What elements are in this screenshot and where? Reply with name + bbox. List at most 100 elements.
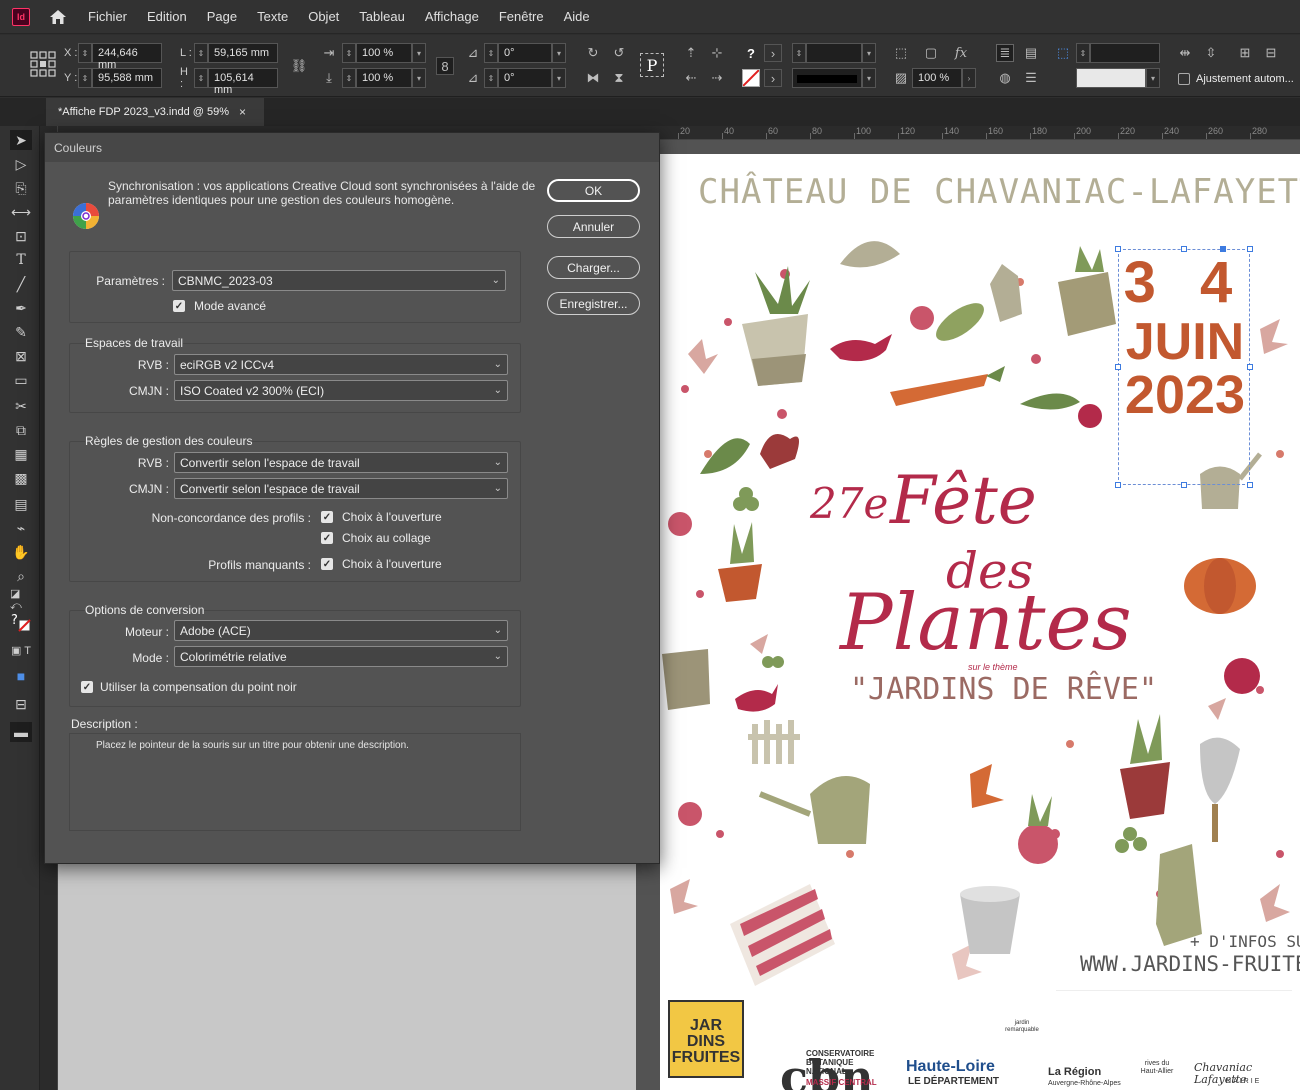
object-style-field[interactable] bbox=[1076, 68, 1146, 88]
save-button[interactable]: Enregistrer... bbox=[547, 292, 640, 315]
close-tab-icon[interactable]: × bbox=[239, 105, 246, 119]
rectangle-tool-icon[interactable]: ▭ bbox=[10, 370, 32, 390]
corner-options-icon[interactable]: ▢ bbox=[922, 44, 940, 62]
scale-y-field[interactable]: 100 % bbox=[356, 68, 412, 88]
wrap-jump-icon[interactable]: ☰ bbox=[1022, 69, 1040, 87]
pen-tool-icon[interactable]: ✒ bbox=[10, 298, 32, 318]
stroke-weight-stepper[interactable]: ⇕ bbox=[792, 43, 806, 63]
cancel-button[interactable]: Annuler bbox=[547, 215, 640, 238]
scale-y-stepper[interactable]: ⇕ bbox=[342, 68, 356, 88]
menu-item-4[interactable]: Objet bbox=[298, 9, 349, 24]
rectangle-frame-tool-icon[interactable]: ⊠ bbox=[10, 346, 32, 366]
direct-selection-tool-icon[interactable]: ▷ bbox=[10, 154, 32, 174]
load-button[interactable]: Charger... bbox=[547, 256, 640, 279]
free-transform-tool-icon[interactable]: ⧉ bbox=[10, 420, 32, 440]
selection-tool-icon[interactable]: ➤ bbox=[10, 130, 32, 150]
menu-item-2[interactable]: Page bbox=[197, 9, 247, 24]
object-style-dropdown[interactable]: ▾ bbox=[1146, 68, 1160, 88]
scale-x-stepper[interactable]: ⇕ bbox=[342, 43, 356, 63]
rotate-ccw-icon[interactable]: ↺ bbox=[610, 44, 628, 62]
stroke-style-dropdown[interactable]: ▾ bbox=[862, 68, 876, 88]
rotate-cw-icon[interactable]: ↻ bbox=[584, 44, 602, 62]
scale-y-dropdown[interactable]: ▾ bbox=[412, 68, 426, 88]
advanced-mode-checkbox[interactable]: ✓ Mode avancé bbox=[173, 299, 266, 313]
gradient-swatch-tool-icon[interactable]: ▦ bbox=[10, 444, 32, 464]
type-tool-icon[interactable]: T bbox=[10, 250, 32, 270]
black-point-checkbox[interactable]: ✓ Utiliser la compensation du point noir bbox=[81, 680, 297, 694]
page-tool-icon[interactable]: ⎘ bbox=[10, 178, 32, 198]
policy-cmjn-select[interactable]: Convertir selon l'espace de travail ⌄ bbox=[174, 478, 508, 499]
pencil-tool-icon[interactable]: ✎ bbox=[10, 322, 32, 342]
poster-page[interactable]: CHÂTEAU DE CHAVANIAC-LAFAYETTE (43) bbox=[660, 154, 1300, 1090]
text-frame-p-icon[interactable]: P bbox=[640, 53, 664, 77]
link-scale-icon[interactable]: 8 bbox=[436, 57, 454, 75]
handle-bottom-left[interactable] bbox=[1115, 482, 1121, 488]
distribute-icon[interactable]: ⇹ bbox=[1176, 44, 1194, 62]
default-colors-icon[interactable]: ◪ ⤺ bbox=[10, 588, 32, 612]
cmjn-workspace-select[interactable]: ISO Coated v2 300% (ECI) ⌄ bbox=[174, 380, 508, 401]
text-wrap-icon[interactable]: ≣ bbox=[996, 44, 1014, 62]
gradient-feather-tool-icon[interactable]: ▩ bbox=[10, 468, 32, 488]
help-dropdown-icon[interactable]: › bbox=[764, 44, 782, 62]
apply-none-icon[interactable]: ⊟ bbox=[10, 694, 32, 714]
zoom-tool-icon[interactable]: ⌕ bbox=[10, 566, 32, 586]
stroke-dropdown-icon[interactable]: › bbox=[764, 69, 782, 87]
date-text-frame[interactable]: 3 4 JUIN 2023 bbox=[1115, 246, 1253, 488]
menu-item-0[interactable]: Fichier bbox=[78, 9, 137, 24]
x-stepper[interactable]: ⇕ bbox=[78, 43, 92, 63]
intent-select[interactable]: Colorimétrie relative ⌄ bbox=[174, 646, 508, 667]
flip-horizontal-icon[interactable]: ⧓ bbox=[584, 69, 602, 87]
stroke-weight-dropdown[interactable]: ▾ bbox=[862, 43, 876, 63]
shear-stepper[interactable]: ⇕ bbox=[484, 68, 498, 88]
rvb-workspace-select[interactable]: eciRGB v2 ICCv4 ⌄ bbox=[174, 354, 508, 375]
apply-color-icon[interactable]: ■ bbox=[10, 666, 32, 686]
line-tool-icon[interactable]: ╱ bbox=[10, 274, 32, 294]
autofit-checkbox[interactable]: Ajustement autom... bbox=[1178, 73, 1294, 85]
handle-bottom-right[interactable] bbox=[1247, 482, 1253, 488]
opacity-field[interactable]: 100 % bbox=[912, 68, 962, 88]
mismatch-paste-checkbox[interactable]: ✓ Choix au collage bbox=[321, 531, 431, 545]
rotate-field[interactable]: 0° bbox=[498, 43, 552, 63]
align-stepper[interactable]: ⇕ bbox=[1076, 43, 1090, 63]
home-icon[interactable] bbox=[48, 7, 68, 27]
wrap-around-icon[interactable]: ▤ bbox=[1022, 44, 1040, 62]
select-next-icon[interactable]: ⇢ bbox=[708, 69, 726, 87]
help-icon[interactable]: ? bbox=[742, 44, 760, 62]
indesign-app-icon[interactable]: Id bbox=[12, 7, 30, 26]
grid-2-icon[interactable]: ⊟ bbox=[1262, 44, 1280, 62]
w-stepper[interactable]: ⇕ bbox=[194, 43, 208, 63]
w-field[interactable]: 59,165 mm bbox=[208, 43, 278, 63]
rotate-stepper[interactable]: ⇕ bbox=[484, 43, 498, 63]
y-stepper[interactable]: ⇕ bbox=[78, 68, 92, 88]
grid-icon[interactable]: ⊞ bbox=[1236, 44, 1254, 62]
h-stepper[interactable]: ⇕ bbox=[194, 68, 208, 88]
menu-item-7[interactable]: Fenêtre bbox=[489, 9, 554, 24]
eyedropper-tool-icon[interactable]: ⌁ bbox=[10, 518, 32, 538]
note-tool-icon[interactable]: ▤ bbox=[10, 494, 32, 514]
align-icon[interactable]: ⬚ bbox=[1054, 44, 1072, 62]
settings-select[interactable]: CBNMC_2023-03 ⌄ bbox=[172, 270, 506, 291]
handle-top-left[interactable] bbox=[1115, 246, 1121, 252]
menu-item-1[interactable]: Edition bbox=[137, 9, 197, 24]
effects-fx-icon[interactable]: fx bbox=[952, 44, 970, 62]
y-field[interactable]: 95,588 mm bbox=[92, 68, 162, 88]
fill-stroke-icon[interactable]: ? bbox=[10, 612, 32, 632]
menu-item-5[interactable]: Tableau bbox=[349, 9, 415, 24]
stroke-none-icon[interactable] bbox=[742, 69, 760, 87]
content-collector-icon[interactable]: ⊡ bbox=[10, 226, 32, 246]
menu-item-8[interactable]: Aide bbox=[554, 9, 600, 24]
engine-select[interactable]: Adobe (ACE) ⌄ bbox=[174, 620, 508, 641]
formatting-container-icon[interactable]: ▣ T bbox=[10, 640, 32, 660]
ok-button[interactable]: OK bbox=[547, 179, 640, 202]
document-tab[interactable]: *Affiche FDP 2023_v3.indd @ 59% × bbox=[46, 98, 264, 126]
gap-tool-icon[interactable]: ⟷ bbox=[10, 202, 32, 222]
handle-bottom-center[interactable] bbox=[1181, 482, 1187, 488]
distribute-2-icon[interactable]: ⇳ bbox=[1202, 44, 1220, 62]
missing-open-checkbox[interactable]: ✓ Choix à l'ouverture bbox=[321, 557, 442, 571]
scale-x-dropdown[interactable]: ▾ bbox=[412, 43, 426, 63]
scissors-tool-icon[interactable]: ✂ bbox=[10, 396, 32, 416]
screen-mode-icon[interactable]: ▬ bbox=[10, 722, 32, 742]
handle-top-right[interactable] bbox=[1247, 246, 1253, 252]
shear-dropdown[interactable]: ▾ bbox=[552, 68, 566, 88]
select-container-icon[interactable]: ⇡ bbox=[682, 44, 700, 62]
